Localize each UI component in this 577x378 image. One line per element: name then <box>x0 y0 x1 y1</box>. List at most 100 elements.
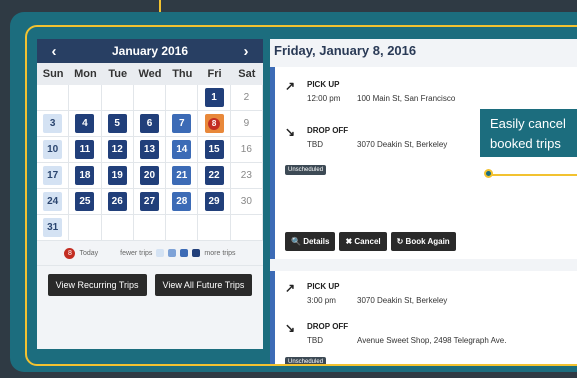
calendar-day-number: 17 <box>43 166 63 185</box>
trip-card: ↗ PICK UP 12:00 pm 100 Main St, San Fran… <box>270 67 577 259</box>
pointer-line <box>492 174 577 176</box>
dropoff-address: 3070 Deakin St, Berkeley <box>357 140 448 149</box>
calendar-day[interactable]: 9 <box>230 111 263 137</box>
calendar-day-number: 14 <box>172 140 192 159</box>
next-month-button[interactable]: › <box>239 43 253 60</box>
calendar-day[interactable]: 20 <box>133 163 167 189</box>
details-button-label: Details <box>303 237 330 246</box>
calendar-day[interactable]: 23 <box>230 163 263 189</box>
calendar-day[interactable]: 30 <box>230 189 263 215</box>
calendar-day-number: 5 <box>107 114 127 133</box>
cancel-button-label: Cancel <box>354 237 381 246</box>
pickup-time: 3:00 pm <box>307 296 336 305</box>
calendar-day[interactable]: 25 <box>69 189 102 215</box>
calendar-day[interactable]: 1 <box>198 85 231 111</box>
status-badge: Unscheduled <box>285 165 327 175</box>
calendar-day-number: 25 <box>75 192 95 211</box>
prev-month-button[interactable]: ‹ <box>47 43 61 60</box>
calendar-empty-cell <box>230 215 263 241</box>
pickup-address: 100 Main St, San Francisco <box>357 94 456 103</box>
calendar-day[interactable]: 12 <box>101 137 134 163</box>
dropoff-arrow-icon: ↘ <box>285 321 296 335</box>
calendar-legend: 8 Today fewer trips more trips <box>37 241 263 266</box>
callout-line-2: booked trips <box>490 136 561 151</box>
calendar-day-number: 21 <box>172 166 192 185</box>
calendar-day-number: 6 <box>139 114 159 133</box>
calendar-day-number: 29 <box>204 192 224 211</box>
calendar-day-number: 20 <box>139 166 159 185</box>
close-icon: ✖ <box>345 237 353 246</box>
calendar-actions: View Recurring Trips View All Future Tri… <box>37 266 263 296</box>
calendar-day[interactable]: 11 <box>69 137 102 163</box>
calendar-day-number: 19 <box>107 166 127 185</box>
legend-swatch <box>192 249 201 257</box>
weekday-sat: Sat <box>238 68 256 80</box>
calendar-day-number: 23 <box>240 170 252 181</box>
calendar-day[interactable]: 31 <box>37 215 70 241</box>
calendar-day-number: 13 <box>139 140 159 159</box>
details-button[interactable]: 🔍 Details <box>285 232 336 251</box>
today-marker-icon: 8 <box>208 117 221 130</box>
calendar-day[interactable]: 3 <box>37 111 70 137</box>
pickup-time: 12:00 pm <box>307 94 341 103</box>
calendar-grid: 1 2 3 4 5 6 7 8 9 10 11 12 13 14 15 16 17 18 19 20 21 22 23 24 2… <box>37 85 263 241</box>
view-future-trips-button[interactable]: View All Future Trips <box>154 274 253 296</box>
trip-details-panel: Friday, January 8, 2016 ↗ PICK UP 12:00 … <box>270 39 577 364</box>
calendar-day-number: 30 <box>240 196 252 207</box>
weekday-header: Sun Mon Tue Wed Thu Fri Sat <box>37 63 263 85</box>
calendar-month-title: January 2016 <box>111 44 189 58</box>
calendar-day[interactable]: 15 <box>198 137 231 163</box>
dropoff-label: DROP OFF <box>307 322 349 331</box>
calendar-day[interactable]: 29 <box>198 189 231 215</box>
calendar-day[interactable]: 7 <box>166 111 199 137</box>
calendar-day[interactable]: 26 <box>101 189 134 215</box>
dropoff-address: Avenue Sweet Shop, 2498 Telegraph Ave. <box>357 336 507 345</box>
legend-swatch <box>156 249 165 257</box>
calendar-day[interactable]: 22 <box>198 163 231 189</box>
calendar-day[interactable]: 10 <box>37 137 70 163</box>
calendar-day-number: 3 <box>43 114 63 133</box>
pickup-label: PICK UP <box>307 282 340 291</box>
legend-today-label: Today <box>79 249 99 257</box>
calendar-day[interactable]: 18 <box>69 163 102 189</box>
calendar-day[interactable]: 27 <box>133 189 167 215</box>
dropoff-time: TBD <box>307 336 323 345</box>
calendar-day[interactable]: 4 <box>69 111 102 137</box>
calendar-day[interactable]: 14 <box>166 137 199 163</box>
calendar-day-number: 2 <box>243 92 250 103</box>
calendar-empty-cell <box>37 85 70 111</box>
legend-swatch <box>180 249 189 257</box>
book-again-button[interactable]: ↻ Book Again <box>390 232 456 251</box>
trip-card: ↗ PICK UP 3:00 pm 3070 Deakin St, Berkel… <box>270 271 577 364</box>
calendar-day[interactable]: 28 <box>166 189 199 215</box>
view-recurring-trips-button[interactable]: View Recurring Trips <box>47 274 147 296</box>
calendar-day[interactable]: 2 <box>230 85 263 111</box>
cancel-button[interactable]: ✖ Cancel <box>339 232 387 251</box>
calendar-day-number: 31 <box>43 218 63 237</box>
calendar-day[interactable]: 17 <box>37 163 70 189</box>
calendar-day-number: 16 <box>240 144 252 155</box>
selected-date-title: Friday, January 8, 2016 <box>274 43 417 58</box>
calendar-day[interactable]: 5 <box>101 111 134 137</box>
calendar-empty-cell <box>101 215 134 241</box>
pickup-arrow-icon: ↗ <box>285 79 296 93</box>
legend-swatch <box>168 249 177 257</box>
calendar-day[interactable]: 24 <box>37 189 70 215</box>
feature-panel: ‹ January 2016 › Sun Mon Tue Wed Thu Fri… <box>25 25 577 366</box>
weekday-thu: Thu <box>172 68 193 80</box>
calendar-day[interactable]: 13 <box>133 137 167 163</box>
book-again-button-label: Book Again <box>405 237 450 246</box>
calendar-day-number: 28 <box>172 192 192 211</box>
calendar-day-number: 4 <box>75 114 95 133</box>
weekday-wed: Wed <box>138 68 162 80</box>
weekday-tue: Tue <box>108 68 128 80</box>
calendar-day-number: 24 <box>43 192 63 211</box>
calendar-day[interactable]: 16 <box>230 137 263 163</box>
calendar-day[interactable]: 19 <box>101 163 134 189</box>
calendar-day[interactable]: 6 <box>133 111 167 137</box>
refresh-icon: ↻ <box>396 237 404 246</box>
trip-calendar: ‹ January 2016 › Sun Mon Tue Wed Thu Fri… <box>37 39 263 349</box>
calendar-day[interactable]: 8 <box>198 111 231 137</box>
calendar-day[interactable]: 21 <box>166 163 199 189</box>
legend-more-label: more trips <box>204 249 236 257</box>
